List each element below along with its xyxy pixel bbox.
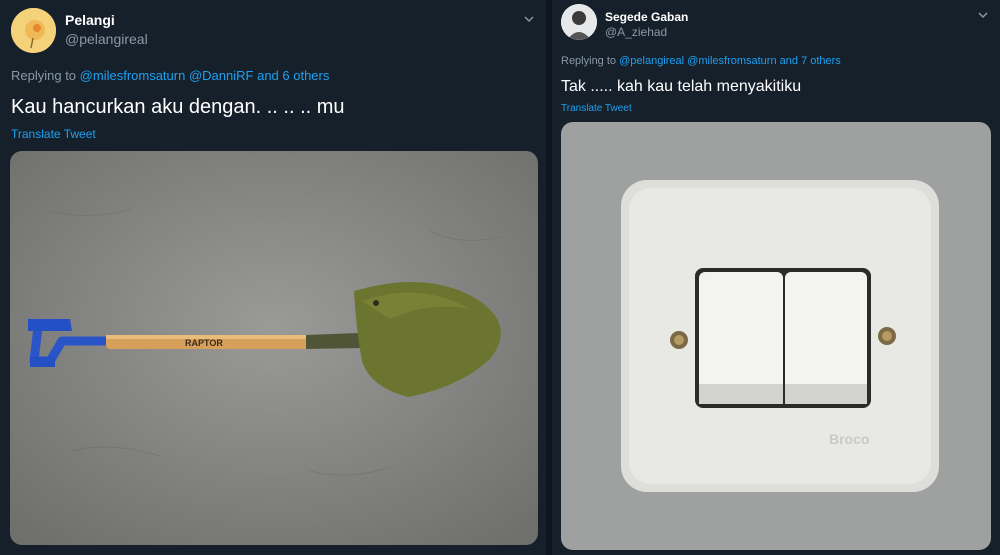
mention-link[interactable]: @DanniRF — [189, 68, 254, 83]
broco-logo: Broco — [829, 431, 869, 447]
tweet-text: Tak ..... kah kau telah menyakitiku — [561, 78, 802, 95]
mention-link[interactable]: @milesfromsaturn — [687, 55, 776, 67]
user-handle[interactable]: @pelangireal — [65, 31, 148, 47]
display-name[interactable]: Pelangi — [65, 12, 115, 28]
mention-link[interactable]: @pelangireal — [619, 55, 684, 67]
light-switch-image: Broco — [561, 122, 991, 550]
replying-prefix: Replying to — [561, 55, 617, 67]
avatar[interactable] — [561, 4, 597, 40]
translate-tweet-link[interactable]: Translate Tweet — [561, 103, 632, 114]
tweet-text: Kau hancurkan aku dengan. .. .. .. mu — [11, 96, 345, 118]
shovel-image: RAPTOR — [10, 151, 538, 545]
avatar-image — [561, 4, 597, 40]
replying-to-line: Replying to @pelangireal @milesfromsatur… — [561, 55, 841, 67]
tweet-segede-gaban: Segede Gaban @A_ziehad Replying to @pela… — [552, 0, 1000, 555]
raptor-label: RAPTOR — [185, 338, 223, 348]
avatar[interactable] — [11, 8, 56, 53]
tweet-pelangi: Pelangi @pelangireal Replying to @milesf… — [0, 0, 546, 555]
display-name[interactable]: Segede Gaban — [605, 10, 688, 24]
replying-prefix: Replying to — [11, 68, 77, 83]
others-link[interactable]: and 7 others — [780, 55, 841, 67]
chevron-down-icon[interactable] — [524, 14, 534, 24]
avatar-flower-image — [11, 8, 56, 53]
chevron-down-icon[interactable] — [978, 10, 988, 20]
tweet-media-shovel[interactable]: RAPTOR — [10, 151, 538, 545]
translate-tweet-link[interactable]: Translate Tweet — [11, 127, 96, 141]
replying-to-line: Replying to @milesfromsaturn @DanniRF an… — [11, 68, 329, 83]
others-link[interactable]: and 6 others — [257, 68, 329, 83]
tweet-media-light-switch[interactable]: Broco — [561, 122, 991, 550]
mention-link[interactable]: @milesfromsaturn — [80, 68, 186, 83]
user-handle[interactable]: @A_ziehad — [605, 25, 667, 39]
